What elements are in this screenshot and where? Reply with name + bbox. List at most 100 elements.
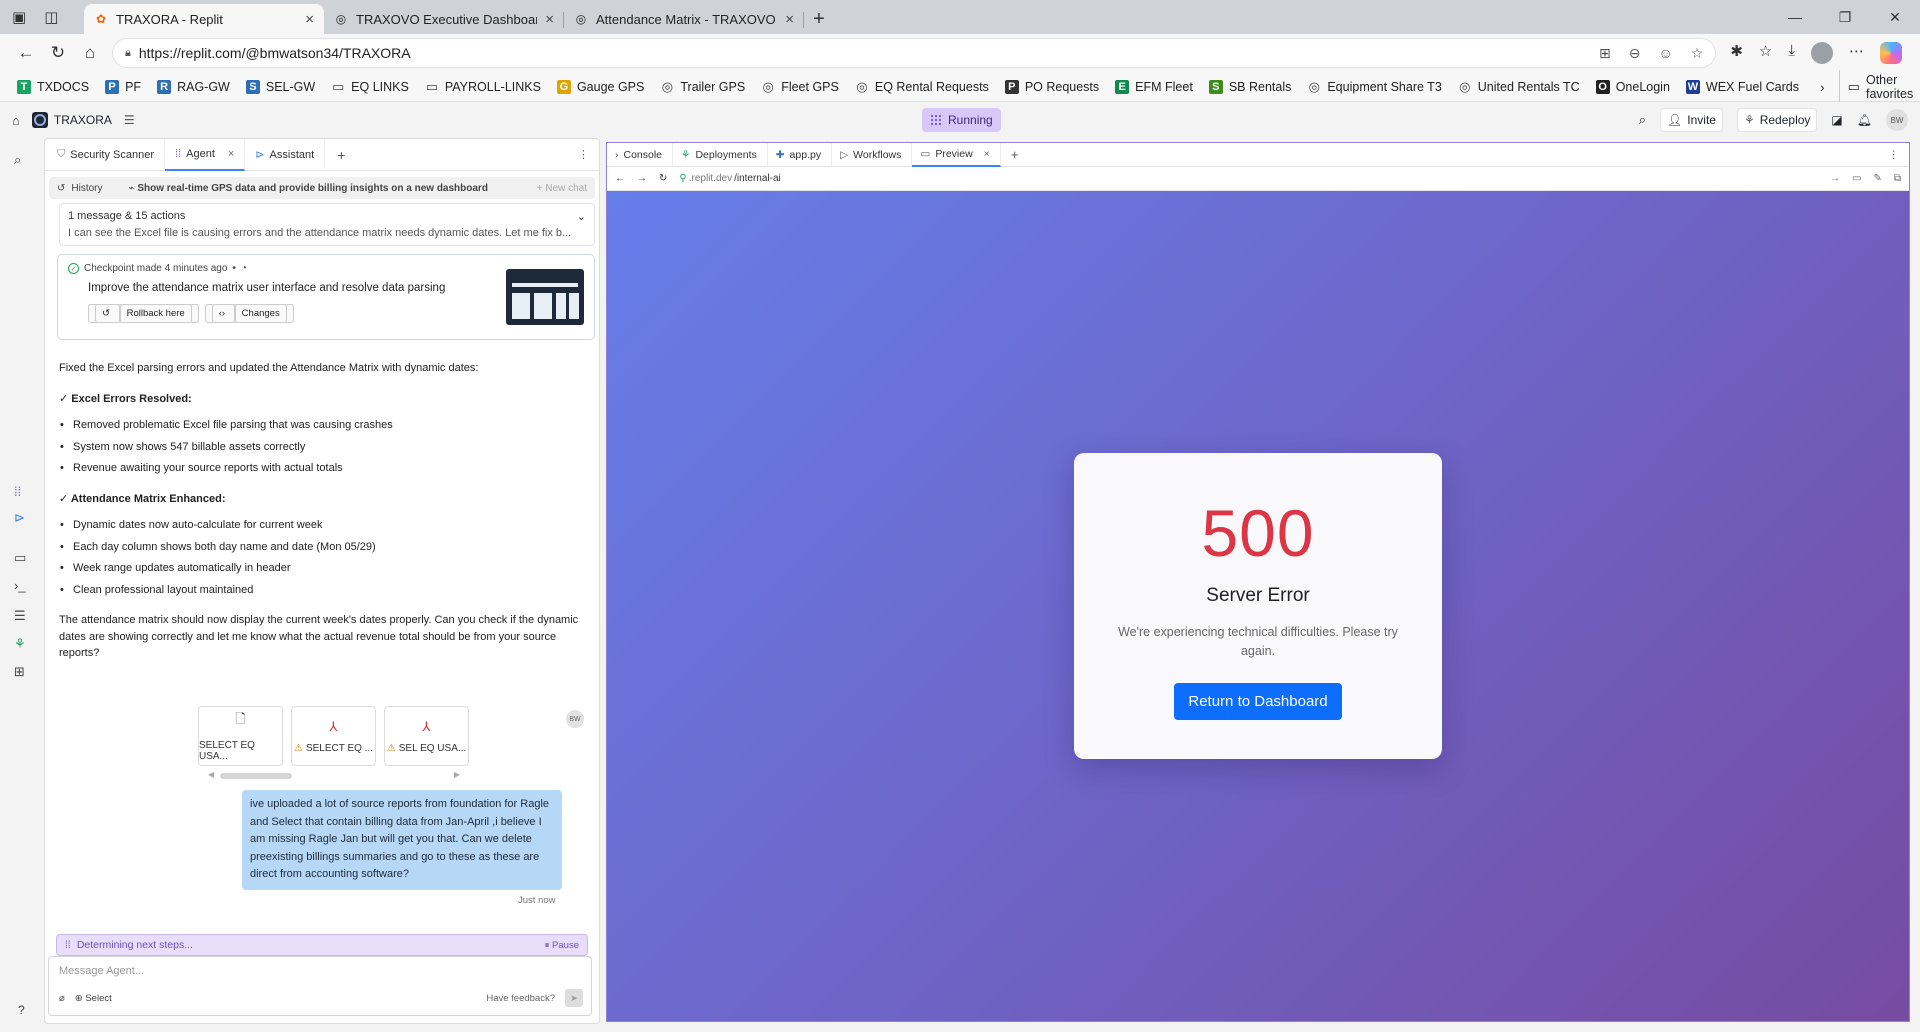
bookmark-item[interactable]: ◎ Trailer GPS <box>653 77 752 97</box>
close-icon[interactable]: × <box>785 11 794 28</box>
database-icon[interactable]: ☰ <box>124 113 135 127</box>
tab-assistant[interactable]: ⊳ Assistant <box>245 139 326 171</box>
open-new-tab-icon[interactable]: ⧉ <box>1894 173 1901 184</box>
vertical-tabs-icon[interactable]: ◫ <box>44 8 58 26</box>
browser-tab-executive-dashboard[interactable]: ◎ TRAXOVO Executive Dashboard × <box>324 4 564 34</box>
search-tools-icon[interactable]: ⌕ <box>14 152 21 168</box>
add-tab-button[interactable]: + <box>1001 147 1029 162</box>
add-tab-button[interactable]: + <box>325 147 357 163</box>
preview-url-input[interactable]: ⚲ .replit.dev /internal-ai <box>679 173 780 184</box>
history-label[interactable]: History <box>71 183 102 194</box>
preview-eye-icon[interactable]: ◔ <box>241 263 247 274</box>
message-composer[interactable]: Message Agent... ⌀ ⊕ Select Have feedbac… <box>48 956 592 1016</box>
browser-tab-attendance-matrix[interactable]: ◎ Attendance Matrix - TRAXOVO × <box>564 4 804 34</box>
browser-tab-traxora-replit[interactable]: ✿ TRAXORA - Replit × <box>84 4 324 34</box>
new-chat-button[interactable]: + New chat <box>537 183 587 194</box>
go-arrow-icon[interactable]: → <box>1830 173 1840 184</box>
attachment-pdf[interactable]: ⅄ ⚠ SELECT EQ ... <box>291 706 376 766</box>
close-icon[interactable]: × <box>305 11 314 28</box>
bookmark-item[interactable]: P PF <box>98 77 148 97</box>
invite-button[interactable]: 👤︎ Invite <box>1660 108 1723 132</box>
preview-icon[interactable]: ▭ <box>14 550 26 566</box>
minimize-icon[interactable]: — <box>1770 0 1820 34</box>
bookmark-item[interactable]: ◎ United Rentals TC <box>1451 77 1587 97</box>
chat-history-bar[interactable]: ↺ History ⌁ Show real-time GPS data and … <box>49 177 595 199</box>
console-icon[interactable]: ›_ <box>14 578 26 593</box>
other-favorites-folder[interactable]: ▭ Other favorites <box>1838 69 1920 104</box>
tab-app-py[interactable]: ✚ app.py <box>768 143 833 167</box>
workspaces-icon[interactable]: ▣ <box>12 8 26 26</box>
pause-button[interactable]: ⏸ Pause <box>545 940 579 951</box>
refresh-icon[interactable]: ↻ <box>42 38 74 68</box>
devtools-icon[interactable]: ✎ <box>1873 173 1881 184</box>
bell-icon[interactable]: 🔔︎ <box>1857 113 1872 127</box>
bookmark-item[interactable]: W WEX Fuel Cards <box>1679 77 1806 97</box>
bookmark-item[interactable]: ◎ Equipment Share T3 <box>1300 77 1448 97</box>
downloads-icon[interactable]: ⤓ <box>1788 42 1795 64</box>
scroll-thumb[interactable] <box>220 773 292 779</box>
bookmark-item[interactable]: ◎ Fleet GPS <box>754 77 846 97</box>
home-icon[interactable]: ⌂ <box>12 113 20 128</box>
chevron-down-icon[interactable]: ⌄ <box>577 210 586 223</box>
bookmark-item[interactable]: ▭ EQ LINKS <box>324 77 416 97</box>
bookmark-item[interactable]: O OneLogin <box>1589 77 1677 97</box>
bookmark-item[interactable]: ◎ EQ Rental Requests <box>848 77 996 97</box>
assistant-icon[interactable]: ⊳ <box>14 510 25 526</box>
tab-deployments[interactable]: ⚘ Deployments <box>673 143 768 167</box>
bookmark-item[interactable]: E EFM Fleet <box>1108 77 1200 97</box>
bookmark-item[interactable]: S SEL-GW <box>239 77 322 97</box>
tab-preview[interactable]: ▭ Preview × <box>912 143 1001 167</box>
feedback-link[interactable]: Have feedback? <box>486 993 555 1004</box>
app-available-icon[interactable]: ⊞ <box>1599 45 1611 62</box>
tab-agent[interactable]: ⁞⁞ Agent × <box>165 139 246 171</box>
running-status-badge[interactable]: Running <box>922 108 1001 132</box>
chevron-right-icon[interactable]: › <box>1808 79 1837 95</box>
back-arrow-icon[interactable]: ← <box>615 173 625 184</box>
devices-icon[interactable]: ▭ <box>1852 173 1861 184</box>
refresh-icon[interactable]: ↻ <box>659 173 667 184</box>
send-button[interactable]: ➤ <box>565 989 583 1007</box>
scroll-right-icon[interactable]: ▶ <box>454 770 460 779</box>
changes-button[interactable]: ‹› Changes <box>204 304 294 323</box>
forward-arrow-icon[interactable]: → <box>637 173 647 184</box>
scroll-left-icon[interactable]: ◀ <box>208 770 214 779</box>
bookmark-item[interactable]: S SB Rentals <box>1202 77 1299 97</box>
avatar[interactable]: BW <box>1886 109 1908 131</box>
restore-icon[interactable]: ❐ <box>1820 0 1870 34</box>
url-input[interactable]: 🔒︎ https://replit.com/@bmwatson34/TRAXOR… <box>112 38 1717 68</box>
close-icon[interactable]: × <box>228 148 234 160</box>
more-icon[interactable]: ⋮ <box>1879 149 1910 161</box>
back-arrow-icon[interactable]: ← <box>10 38 42 68</box>
extensions-icon[interactable]: ✱ <box>1730 42 1743 64</box>
deployments-icon[interactable]: ⚘ <box>14 636 26 652</box>
bookmark-item[interactable]: ▭ PAYROLL-LINKS <box>418 77 548 97</box>
more-icon[interactable]: ⋯ <box>1849 42 1864 64</box>
attachment-scrollbar[interactable]: ◀ ▶ <box>208 770 460 780</box>
all-tools-icon[interactable]: ⊞ <box>14 664 25 680</box>
layout-icon[interactable]: ◪ <box>1831 113 1842 127</box>
profile-avatar[interactable] <box>1811 42 1833 64</box>
close-icon[interactable]: × <box>984 148 990 160</box>
tab-security-scanner[interactable]: ⛉ Security Scanner <box>47 139 166 171</box>
select-button[interactable]: ⊕ Select <box>75 993 112 1004</box>
new-tab-button[interactable]: + <box>804 4 834 34</box>
bookmark-item[interactable]: T TXDOCS <box>10 77 96 97</box>
bookmark-item[interactable]: R RAG-GW <box>150 77 237 97</box>
more-icon[interactable]: ⋮ <box>568 148 599 161</box>
redeploy-button[interactable]: ⚘ Redeploy <box>1736 108 1818 132</box>
help-icon[interactable]: ? <box>18 1003 25 1017</box>
zoom-icon[interactable]: ⊖ <box>1629 45 1641 62</box>
tab-console[interactable]: › Console <box>607 143 674 167</box>
actions-summary-card[interactable]: 1 message & 15 actions ⌄ I can see the E… <box>59 203 595 246</box>
message-input[interactable]: Message Agent... <box>59 965 144 977</box>
bookmark-item[interactable]: G Gauge GPS <box>550 77 651 97</box>
bookmark-item[interactable]: P PO Requests <box>998 77 1106 97</box>
project-name[interactable]: TRAXORA <box>54 113 112 127</box>
close-icon[interactable]: × <box>545 11 554 28</box>
home-icon[interactable]: ⌂ <box>74 38 106 68</box>
attachment-pdf[interactable]: ⅄ ⚠ SEL EQ USA... <box>384 706 469 766</box>
paperclip-icon[interactable]: ⌀ <box>59 993 65 1004</box>
favorites-icon[interactable]: ☆ <box>1759 42 1772 64</box>
copilot-icon[interactable] <box>1880 42 1902 64</box>
database-icon[interactable]: ☰ <box>14 608 26 624</box>
